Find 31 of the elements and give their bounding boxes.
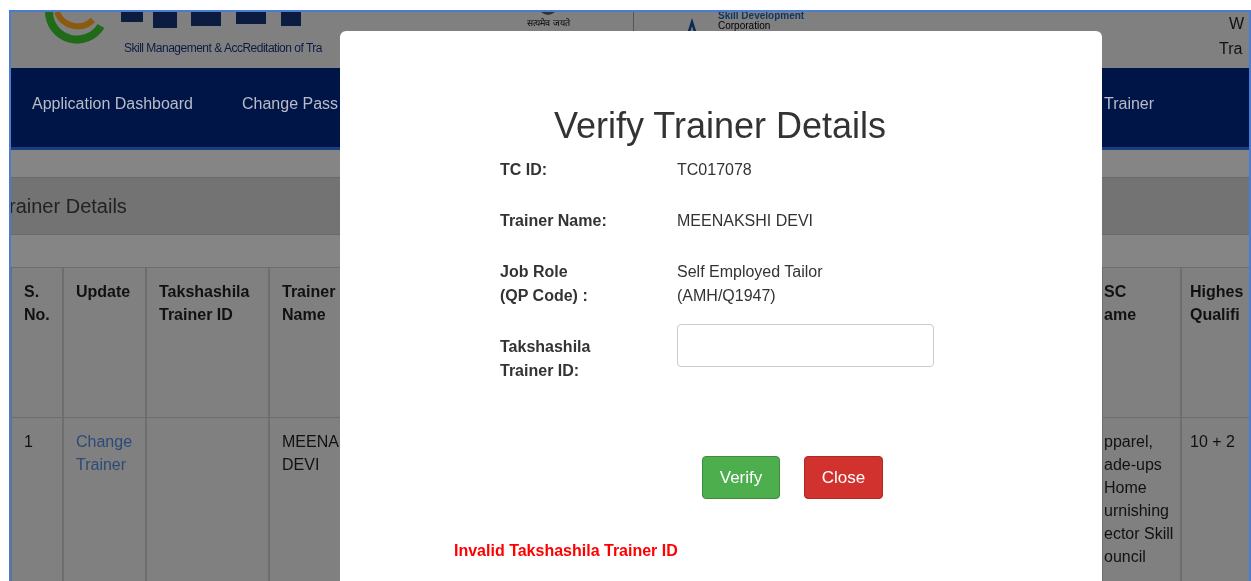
- emblem-caption: सत्यमेव जयते: [527, 18, 570, 28]
- partner-name: Skill Development: [718, 12, 805, 21]
- logo-tagline: Skill Management & AccReditation of Tra: [124, 40, 322, 57]
- column-header: Trainer Name: [282, 282, 337, 325]
- partner-name: Corporation: [718, 21, 771, 31]
- field-value: MEENAKSHI DEVI: [677, 211, 814, 231]
- column-header: S. No.: [24, 282, 51, 325]
- header-text: Tra: [1219, 39, 1243, 59]
- table-cell-text: 10 + 2: [1190, 432, 1236, 452]
- field-label: TC ID:: [500, 160, 549, 180]
- field-label: Takshashila Trainer ID:: [500, 337, 592, 381]
- field-label: Trainer Name:: [500, 211, 608, 231]
- header-text: W: [1229, 14, 1245, 34]
- field-value: TC017078: [677, 160, 752, 180]
- column-header: Update: [76, 282, 132, 302]
- error-message: Invalid Takshashila Trainer ID: [454, 541, 679, 561]
- close-button[interactable]: Close: [804, 456, 883, 499]
- column-header: Highes Qualifi: [1190, 282, 1245, 325]
- table-cell-text: MEENA DEVI: [282, 432, 340, 475]
- trainer-id-input[interactable]: [677, 324, 934, 367]
- column-header: SC ame: [1104, 282, 1138, 325]
- nav-link[interactable]: Change Pass: [242, 92, 339, 116]
- field-label: Job Role (QP Code) :: [500, 262, 589, 306]
- nav-link[interactable]: Application Dashboard: [32, 92, 193, 116]
- table-cell-text: pparel, ade-ups Home urnishing ector Skill ouncil: [1104, 432, 1175, 567]
- modal-title: Verify Trainer Details: [552, 104, 888, 148]
- column-header: Takshashila Trainer ID: [159, 282, 251, 325]
- nav-link[interactable]: Trainer: [1104, 92, 1155, 116]
- table-cell-text: 1: [24, 432, 34, 452]
- panel-title: rainer Details: [11, 194, 127, 219]
- field-value: Self Employed Tailor (AMH/Q1947): [677, 262, 823, 306]
